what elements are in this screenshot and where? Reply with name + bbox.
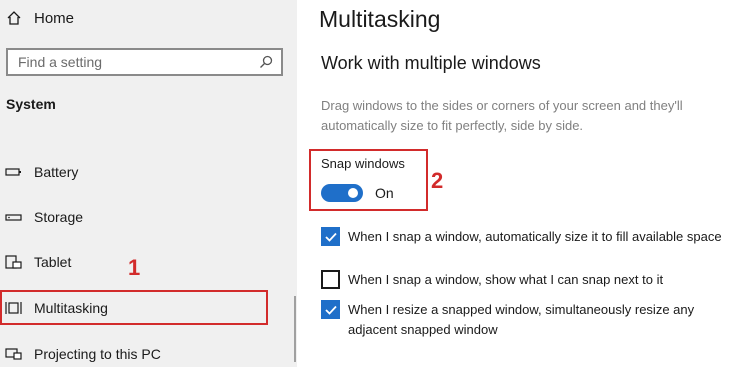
sidebar-item-battery[interactable]: Battery xyxy=(4,158,78,186)
sidebar-item-tablet[interactable]: Tablet xyxy=(4,248,71,276)
option-label: When I resize a snapped window, simultan… xyxy=(348,302,695,337)
home-label: Home xyxy=(34,9,75,27)
section-description: Drag windows to the sides or corners of … xyxy=(321,98,683,133)
option-show-snap-next[interactable]: When I snap a window, show what I can sn… xyxy=(321,270,731,290)
home-link[interactable]: Home xyxy=(6,8,74,28)
annotation-box-multitasking xyxy=(0,290,268,325)
search-placeholder: Find a setting xyxy=(18,54,103,70)
checkmark-icon xyxy=(324,232,337,242)
section-heading: Work with multiple windows xyxy=(321,53,541,73)
tablet-icon xyxy=(5,255,22,269)
sidebar-item-label: Projecting to this PC xyxy=(34,346,161,362)
option-label: When I snap a window, show what I can sn… xyxy=(348,272,664,287)
sidebar-item-label: Storage xyxy=(34,209,84,225)
storage-icon xyxy=(5,214,22,221)
snap-windows-label: Snap windows xyxy=(321,156,405,171)
option-label: When I snap a window, automatically size… xyxy=(348,229,722,244)
toggle-knob xyxy=(348,188,358,198)
sidebar-item-storage[interactable]: Storage xyxy=(4,203,83,231)
option-resize-adjacent[interactable]: When I resize a snapped window, simultan… xyxy=(321,300,731,340)
sidebar-item-label: Battery xyxy=(34,164,79,180)
settings-sidebar: Home Find a setting System Battery Stora… xyxy=(0,0,297,367)
battery-icon xyxy=(5,168,21,176)
home-icon xyxy=(7,11,21,25)
checkbox-checked[interactable] xyxy=(321,227,340,246)
option-auto-size[interactable]: When I snap a window, automatically size… xyxy=(321,227,731,247)
search-input[interactable]: Find a setting xyxy=(6,48,283,76)
section-title-system: System xyxy=(6,96,56,112)
sidebar-scrollbar[interactable] xyxy=(294,296,296,362)
annotation-number-2: 2 xyxy=(431,168,444,193)
checkmark-icon xyxy=(324,305,337,315)
multitasking-page: Multitasking Work with multiple windows … xyxy=(297,0,734,367)
projecting-icon xyxy=(5,348,22,360)
checkbox-unchecked[interactable] xyxy=(321,270,340,289)
sidebar-item-label: Tablet xyxy=(34,254,72,270)
page-title: Multitasking xyxy=(319,6,441,32)
search-icon xyxy=(260,55,273,68)
checkbox-checked[interactable] xyxy=(321,300,340,319)
annotation-number-1: 1 xyxy=(128,255,141,280)
snap-windows-toggle[interactable] xyxy=(321,184,363,202)
toggle-state-label: On xyxy=(375,185,394,201)
sidebar-item-projecting[interactable]: Projecting to this PC xyxy=(4,340,161,367)
